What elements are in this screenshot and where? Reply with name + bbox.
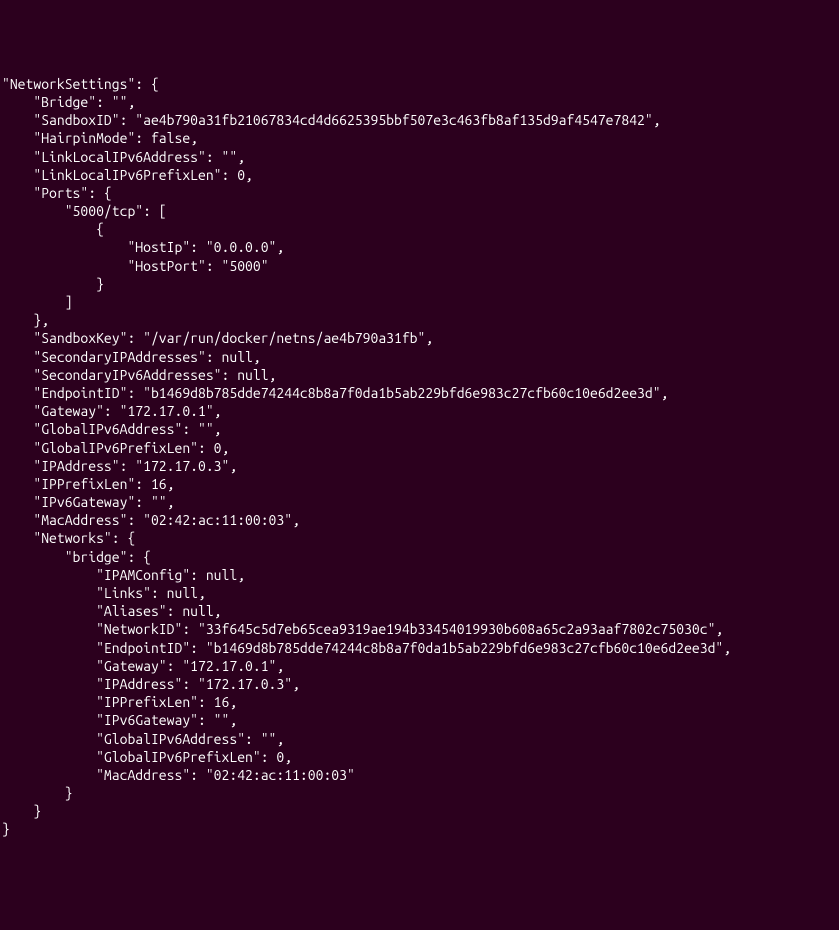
terminal-line: "SecondaryIPAddresses": null, (2, 348, 837, 366)
terminal-line: } (2, 784, 837, 802)
terminal-line: "GlobalIPv6PrefixLen": 0, (2, 748, 837, 766)
terminal-line: "NetworkSettings": { (2, 75, 837, 93)
terminal-line: { (2, 220, 837, 238)
terminal-line: "EndpointID": "b1469d8b785dde74244c8b8a7… (2, 384, 837, 402)
terminal-line: "MacAddress": "02:42:ac:11:00:03" (2, 766, 837, 784)
terminal-line: "IPAddress": "172.17.0.3", (2, 675, 837, 693)
terminal-line: "Aliases": null, (2, 602, 837, 620)
terminal-line: "IPv6Gateway": "", (2, 711, 837, 729)
terminal-line: "HostIp": "0.0.0.0", (2, 238, 837, 256)
terminal-line: "NetworkID": "33f645c5d7eb65cea9319ae194… (2, 620, 837, 638)
terminal-line: "5000/tcp": [ (2, 202, 837, 220)
terminal-line: "IPPrefixLen": 16, (2, 693, 837, 711)
terminal-line: "GlobalIPv6Address": "", (2, 730, 837, 748)
terminal-line: "Bridge": "", (2, 93, 837, 111)
terminal-line: } (2, 802, 837, 820)
terminal-line: "IPAddress": "172.17.0.3", (2, 457, 837, 475)
terminal-line: "IPAMConfig": null, (2, 566, 837, 584)
terminal-line: "IPPrefixLen": 16, (2, 475, 837, 493)
terminal-line: "GlobalIPv6PrefixLen": 0, (2, 439, 837, 457)
terminal-line: "SandboxKey": "/var/run/docker/netns/ae4… (2, 329, 837, 347)
terminal-line: "MacAddress": "02:42:ac:11:00:03", (2, 511, 837, 529)
terminal-line: "SandboxID": "ae4b790a31fb21067834cd4d66… (2, 111, 837, 129)
terminal-line: "GlobalIPv6Address": "", (2, 420, 837, 438)
terminal-line: "bridge": { (2, 548, 837, 566)
terminal-line: "LinkLocalIPv6Address": "", (2, 148, 837, 166)
terminal-line: } (2, 820, 837, 838)
terminal-line: "SecondaryIPv6Addresses": null, (2, 366, 837, 384)
terminal-line: "Gateway": "172.17.0.1", (2, 657, 837, 675)
terminal-line: "HairpinMode": false, (2, 129, 837, 147)
terminal-line: ] (2, 293, 837, 311)
terminal-output: "NetworkSettings": { "Bridge": "", "Sand… (2, 75, 837, 839)
terminal-line: "EndpointID": "b1469d8b785dde74244c8b8a7… (2, 639, 837, 657)
terminal-line: "Ports": { (2, 184, 837, 202)
terminal-line: } (2, 275, 837, 293)
terminal-line: "Links": null, (2, 584, 837, 602)
terminal-line: "LinkLocalIPv6PrefixLen": 0, (2, 166, 837, 184)
terminal-line: "IPv6Gateway": "", (2, 493, 837, 511)
terminal-line: "HostPort": "5000" (2, 257, 837, 275)
terminal-line: "Gateway": "172.17.0.1", (2, 402, 837, 420)
terminal-line: "Networks": { (2, 529, 837, 547)
terminal-line: }, (2, 311, 837, 329)
